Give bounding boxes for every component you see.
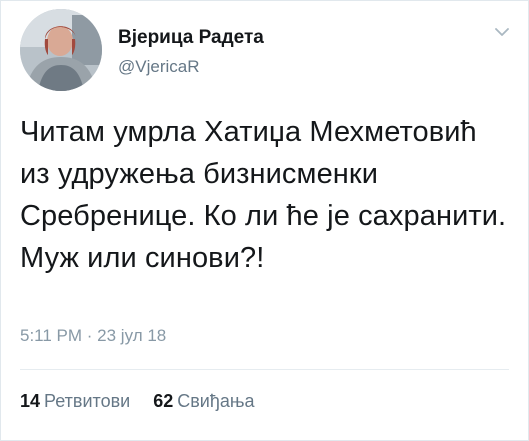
retweets-count: 14 xyxy=(20,391,41,411)
likes-label: Свиђања xyxy=(177,391,255,411)
tweet-stats: 14 Ретвитови 62 Свиђања xyxy=(20,391,273,412)
retweets-label: Ретвитови xyxy=(44,391,131,411)
tweet-text: Читам умрла Хатиџа Мехметовић из удружењ… xyxy=(20,116,507,274)
retweets-stat[interactable]: 14 Ретвитови xyxy=(20,391,130,412)
author-display-name[interactable]: Вјерица Радета xyxy=(118,27,264,49)
likes-count: 62 xyxy=(153,391,174,411)
tweet-card: Вјерица Радета @VjericaR Читам умрла Хат… xyxy=(0,0,529,441)
avatar[interactable] xyxy=(20,9,102,91)
chevron-down-icon[interactable] xyxy=(494,25,510,37)
likes-stat[interactable]: 62 Свиђања xyxy=(153,391,254,412)
author-handle[interactable]: @VjericaR xyxy=(118,57,200,77)
avatar-image xyxy=(20,9,102,91)
divider xyxy=(20,369,509,370)
tweet-timestamp[interactable]: 5:11 PM · 23 јул 18 xyxy=(20,326,166,346)
